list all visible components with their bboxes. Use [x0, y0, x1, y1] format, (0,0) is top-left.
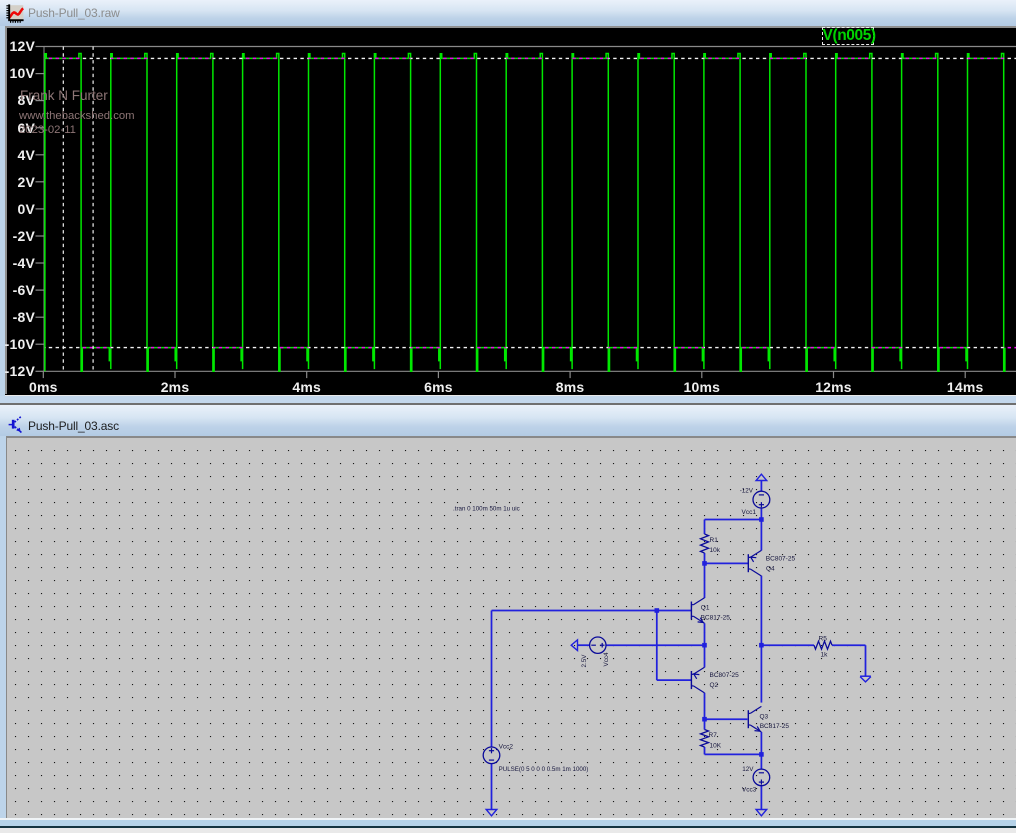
- svg-text:BC817-25: BC817-25: [760, 723, 790, 730]
- svg-text:1k: 1k: [821, 652, 829, 659]
- svg-text:Q2: Q2: [710, 682, 719, 689]
- svg-text:-12V: -12V: [740, 487, 754, 494]
- svg-text:R7: R7: [709, 732, 718, 739]
- svg-text:10K: 10K: [710, 743, 722, 750]
- svg-text:Q1: Q1: [701, 604, 710, 611]
- svg-text:Vcc1: Vcc1: [742, 509, 757, 516]
- svg-text:2.5V: 2.5V: [581, 654, 588, 668]
- svg-text:R5: R5: [819, 636, 828, 643]
- svg-text:PULSE(0 5 0 0 0 0.5m 1m 1000): PULSE(0 5 0 0 0 0.5m 1m 1000): [499, 766, 589, 773]
- svg-text:BC807-25: BC807-25: [766, 556, 796, 563]
- svg-text:Vcc2: Vcc2: [499, 744, 514, 751]
- svg-text:Q3: Q3: [760, 714, 769, 721]
- svg-text:Vcc3: Vcc3: [742, 787, 757, 794]
- svg-text:BC817-25: BC817-25: [701, 614, 731, 621]
- svg-text:12V: 12V: [742, 766, 754, 773]
- svg-text:10k: 10k: [710, 547, 721, 554]
- svg-text:Q4: Q4: [766, 566, 775, 573]
- svg-text:R1: R1: [710, 537, 719, 544]
- svg-text:.tran 0 100m 50m 1u uic: .tran 0 100m 50m 1u uic: [453, 506, 520, 513]
- svg-text:BC807-25: BC807-25: [710, 672, 740, 679]
- svg-text:Vcc4: Vcc4: [603, 652, 610, 666]
